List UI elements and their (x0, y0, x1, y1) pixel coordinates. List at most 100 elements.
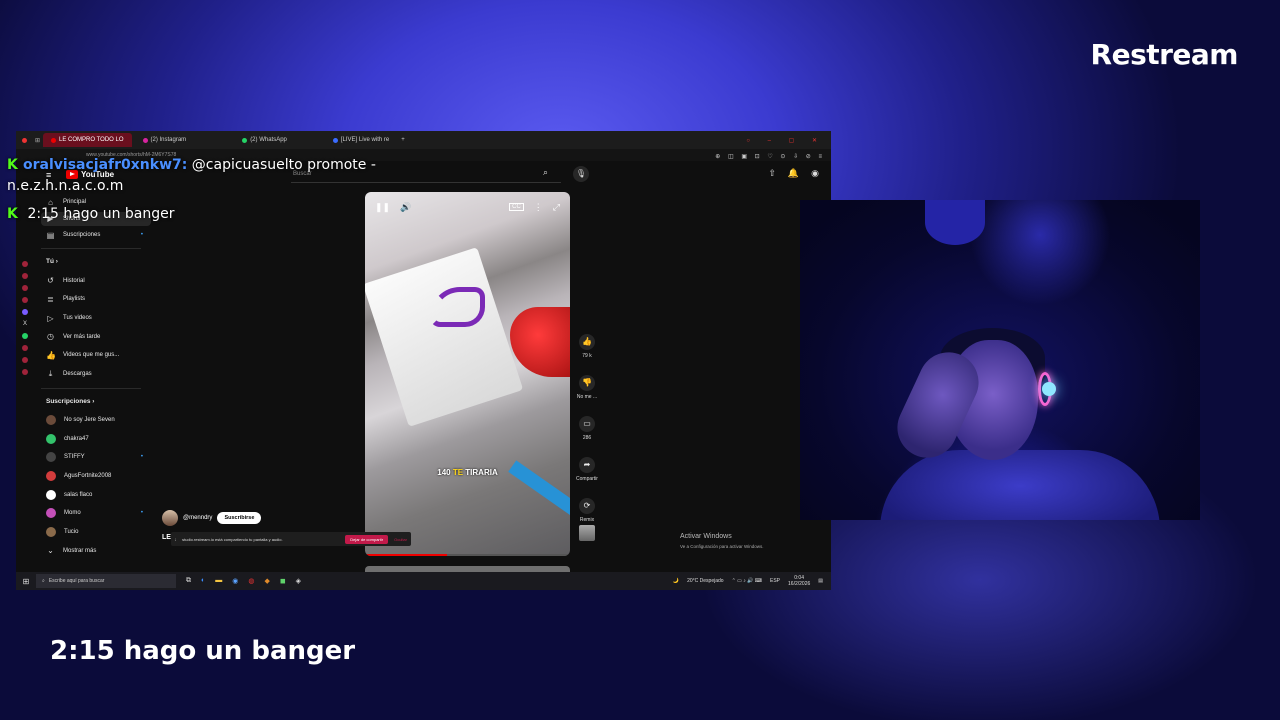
sidebar-heading-suscripciones[interactable]: Suscripciones › (41, 393, 151, 411)
share-icon[interactable]: ➦ (579, 457, 595, 473)
share-action[interactable]: ➦ Compartir (571, 457, 603, 498)
tab-restream[interactable]: [LIVE] Live with re (325, 133, 397, 147)
comments-action[interactable]: ▭ 286 (571, 416, 603, 457)
video-scene-shoebox (365, 247, 524, 427)
remix-action[interactable]: ⟳ Remix (571, 498, 603, 541)
history-icon: ↺ (47, 276, 54, 286)
channel-info: @menndry Suscribirse (162, 510, 262, 526)
x-icon[interactable]: X (23, 321, 27, 327)
sidebar-item-historial[interactable]: ↺ Historial (41, 271, 151, 290)
more-options-icon[interactable]: ⋮ (534, 202, 543, 213)
browser-sidebar-rail: X (16, 191, 34, 571)
rail-icon[interactable] (22, 357, 28, 363)
sidebar-sub-stiffy[interactable]: STIFFY • (41, 448, 151, 467)
tab-whatsapp[interactable]: (2) WhatsApp (234, 133, 295, 147)
sidebar-item-descargas[interactable]: ⤓ Descargas (41, 365, 151, 384)
sidebar-sub-chakra47[interactable]: chakra47 (41, 429, 151, 448)
new-content-dot: • (140, 510, 143, 517)
system-tray: 🌙 20°C Despejado ⌃ ▭ ♪ 🔊 ⌨ ESP 0:04 16/2… (672, 575, 823, 587)
download-icon: ⤓ (48, 369, 53, 379)
microphone-icon[interactable]: 🎙 (573, 166, 589, 182)
clock[interactable]: 0:04 16/2/2026 (788, 575, 810, 587)
sidebar-item-playlists[interactable]: ≣ Playlists (41, 290, 151, 309)
playlist-icon: ≣ (47, 294, 54, 304)
video-subtitle: 140 TE TIRARIA (437, 468, 498, 477)
sidebar-sub-momo[interactable]: Momo • (41, 504, 151, 523)
channel-avatar (46, 452, 56, 463)
chevron-right-icon: › (55, 258, 58, 266)
thumbs-up-icon: 👍 (46, 350, 56, 360)
subscribe-button[interactable]: Suscribirse (217, 512, 262, 524)
tab-instagram[interactable]: (2) Instagram (135, 133, 195, 147)
upload-icon[interactable]: ⇧ (768, 168, 776, 179)
tab-youtube[interactable]: LE COMPRO TODO LO (43, 133, 132, 147)
chat-overlay: Koralvisacjafr0xnkw7: @capicuasuelto pro… (7, 155, 407, 225)
channel-avatar (46, 526, 56, 537)
rail-icon[interactable] (22, 285, 28, 291)
stop-sharing-button[interactable]: Dejar de compartir (345, 534, 389, 544)
rail-icon[interactable] (22, 273, 28, 279)
whatsapp-rail-icon[interactable] (22, 333, 28, 339)
sidebar-sub-agusfortnite2008[interactable]: AgusFortnite2008 (41, 467, 151, 486)
comment-icon[interactable]: ▭ (579, 416, 595, 432)
fullscreen-icon[interactable]: ⤢ (553, 202, 560, 213)
sidebar-sub-tucio[interactable]: Tucio (41, 523, 151, 542)
channel-avatar[interactable] (162, 510, 178, 526)
sidebar-heading-tu[interactable]: Tú › (41, 253, 151, 271)
sidebar-item-videos-que-me-gustan[interactable]: 👍 Videos que me gus... (41, 346, 151, 365)
captions-icon[interactable]: CC (509, 203, 524, 211)
sidebar-show-more[interactable]: ⌄ Mostrar más (41, 541, 151, 560)
chrome-icon[interactable]: ◉ (232, 577, 238, 585)
window-controls[interactable]: ○ – ▢ ✕ (746, 137, 825, 144)
sidebar-item-ver-mas-tarde[interactable]: ◷ Ver más tarde (41, 327, 151, 346)
hide-button[interactable]: Ocultar (394, 537, 407, 542)
opera-taskbar-icon[interactable]: ◍ (248, 577, 254, 585)
notifications-icon[interactable]: ▤ (818, 578, 823, 584)
rail-icon[interactable] (22, 369, 28, 375)
webcam-scene-lamp (925, 200, 985, 245)
sidebar-sub-no-soy-jere-seven[interactable]: No soy Jere Seven (41, 411, 151, 430)
channel-name[interactable]: @menndry (183, 515, 212, 521)
browser-tabbar: ⊞ LE COMPRO TODO LO (2) Instagram (2) Wh… (16, 131, 831, 149)
video-progress-bar[interactable] (365, 554, 570, 556)
tab-menu-icon[interactable]: ⊞ (35, 137, 40, 144)
notifications-bell-icon[interactable]: 🔔 (788, 168, 799, 179)
thumbs-down-icon[interactable]: 👎 (579, 375, 595, 391)
avatar[interactable]: ◉ (811, 168, 819, 179)
app-icon[interactable]: ◆ (264, 577, 269, 585)
tray-icons[interactable]: ⌃ ▭ ♪ 🔊 ⌨ (732, 578, 762, 584)
activate-windows-title: Activar Windows (680, 533, 732, 540)
webcam-feed (800, 200, 1200, 520)
thumbs-up-icon[interactable]: 👍 (579, 334, 595, 350)
sidebar-item-tus-videos[interactable]: ▷ Tus videos (41, 309, 151, 328)
search-icon: ⌕ (42, 578, 45, 584)
audio-thumbnail[interactable] (579, 525, 595, 541)
twitch-icon[interactable] (22, 309, 28, 315)
youtube-favicon-icon (51, 137, 57, 143)
app-icon[interactable]: ◼ (280, 577, 286, 585)
sidebar-item-suscripciones[interactable]: ▤ Suscripciones • (41, 226, 151, 245)
search-icon[interactable]: ⌕ (543, 167, 548, 178)
short-video-player[interactable]: ❚❚ 🔊 CC ⋮ ⤢ 140 TE TIRARIA (365, 192, 570, 556)
rail-icon[interactable] (22, 345, 28, 351)
like-action[interactable]: 👍 79 k (571, 334, 603, 375)
stream-caption: 2:15 hago un banger (50, 636, 356, 666)
chat-message: Koralvisacjafr0xnkw7: @capicuasuelto pro… (7, 155, 407, 197)
channel-avatar (46, 470, 56, 481)
windows-start-icon[interactable]: ⊞ (20, 577, 32, 586)
app-icon[interactable]: ◈ (296, 577, 301, 585)
sidebar-sub-salas-flaco[interactable]: salas flaco (41, 485, 151, 504)
dislike-action[interactable]: 👎 No me ... (571, 375, 603, 416)
remix-icon[interactable]: ⟳ (579, 498, 595, 514)
edge-icon[interactable]: ◐ (201, 577, 205, 585)
rail-icon[interactable] (22, 261, 28, 267)
drag-handle-icon[interactable]: ⁞ (175, 537, 176, 542)
new-tab-icon[interactable]: + (401, 137, 405, 143)
rail-icon[interactable] (22, 297, 28, 303)
chat-username: oralvisacjafr0xnkw7: (23, 157, 188, 173)
chevron-down-icon: ⌄ (47, 546, 54, 556)
taskbar-search-input[interactable]: ⌕ Escribe aquí para buscar (36, 574, 176, 588)
task-view-icon[interactable]: ⧉ (186, 577, 191, 585)
channel-avatar (46, 508, 56, 519)
file-explorer-icon[interactable]: ▬ (215, 577, 222, 585)
